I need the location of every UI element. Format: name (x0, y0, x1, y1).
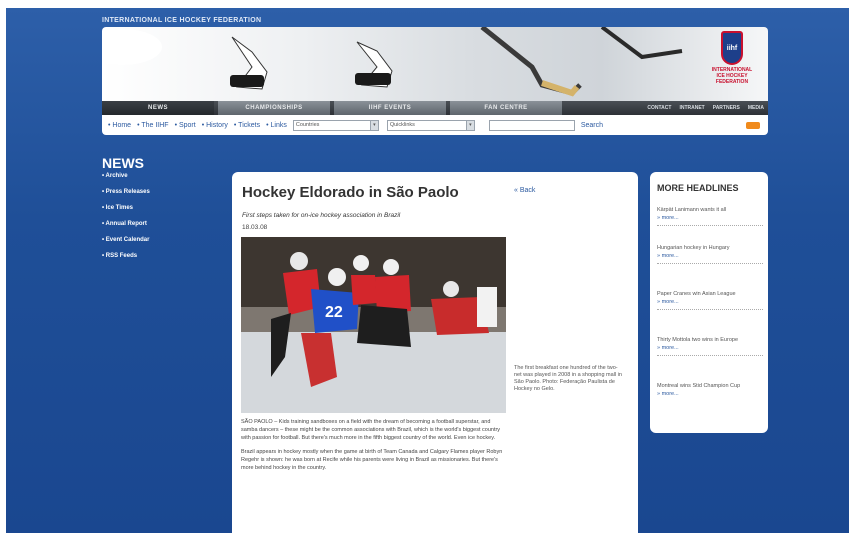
divider (657, 263, 763, 264)
headline-item: Paper Cranes win Asian League » more... (657, 290, 763, 310)
quicklinks-select-value: Quicklinks (389, 121, 415, 128)
article-paragraph: Brazil appears in hockey mostly when the… (241, 449, 503, 471)
contact-link[interactable]: CONTACT (647, 105, 671, 111)
org-title: INTERNATIONAL ICE HOCKEY FEDERATION (102, 17, 262, 24)
chevron-down-icon: ▾ (465, 120, 474, 130)
headline-text: Paper Cranes win Asian League (657, 291, 736, 297)
headline-item: Hungarian hockey in Hungary » more... (657, 244, 763, 264)
countries-select[interactable]: Countries ▾ (292, 119, 379, 131)
headline-item: Kärpät Lanimann wants it all » more... (657, 206, 763, 226)
article-paragraph: SÃO PAOLO – Kids training sandboxes on a… (241, 419, 501, 441)
headline-item: Thirty Mottola two wins in Europe » more… (657, 336, 763, 356)
divider (657, 309, 763, 310)
back-link[interactable]: « Back (514, 187, 535, 194)
more-link[interactable]: » more... (657, 391, 763, 397)
sub-nav: • Home • The IIHF • Sport • History • Ti… (102, 115, 768, 135)
tab-championships[interactable]: CHAMPIONSHIPS (218, 101, 330, 115)
main-nav: NEWS CHAMPIONSHIPS IIHF EVENTS FAN CENTR… (102, 101, 768, 115)
utility-links: CONTACT INTRANET PARTNERS MEDIA (647, 105, 768, 111)
article-subtitle: First steps taken for on-ice hockey asso… (242, 212, 401, 219)
news-menu-press-releases[interactable]: • Press Releases (102, 189, 150, 205)
article-photo: 22 (241, 237, 506, 413)
news-menu-rss-feeds[interactable]: • RSS Feeds (102, 253, 150, 269)
photo-caption: The first breakfast one hundred of the t… (514, 365, 622, 392)
article-body: SÃO PAOLO – Kids training sandboxes on a… (241, 418, 507, 478)
search-label: Search (580, 121, 604, 129)
tab-iihf-events[interactable]: IIHF EVENTS (334, 101, 446, 115)
more-link[interactable]: » more... (657, 253, 763, 259)
subnav-home[interactable]: • Home (108, 122, 131, 129)
tab-fan-centre[interactable]: FAN CENTRE (450, 101, 562, 115)
countries-select-value: Countries (295, 121, 320, 128)
headline-text: Hungarian hockey in Hungary (657, 245, 730, 251)
news-menu-annual-report[interactable]: • Annual Report (102, 221, 150, 237)
chevron-down-icon: ▾ (369, 120, 378, 130)
more-link[interactable]: » more... (657, 215, 763, 221)
intranet-link[interactable]: INTRANET (679, 105, 704, 111)
more-headlines-panel: MORE HEADLINES Kärpät Lanimann wants it … (650, 172, 768, 433)
article-date: 18.03.08 (242, 224, 268, 231)
subnav-sport[interactable]: • Sport (175, 122, 196, 129)
article-panel: Hockey Eldorado in São Paolo « Back Firs… (232, 172, 638, 533)
svg-text:22: 22 (325, 304, 343, 321)
more-link[interactable]: » more... (657, 345, 763, 351)
search-go-button[interactable] (746, 121, 760, 129)
logo-text: INTERNATIONAL ICE HOCKEY FEDERATION (711, 67, 753, 85)
subnav-links[interactable]: • Links (266, 122, 287, 129)
iihf-shield-icon: iihf (721, 31, 743, 65)
quicklinks-select[interactable]: Quicklinks ▾ (386, 119, 475, 131)
news-menu-ice-times[interactable]: • Ice Times (102, 205, 150, 221)
headline-item: Montreal wins Stid Champion Cup » more..… (657, 382, 763, 397)
hockey-players-image: 22 (241, 237, 506, 413)
divider (657, 355, 763, 356)
subnav-tickets[interactable]: • Tickets (234, 122, 260, 129)
banner-image (102, 27, 683, 97)
subnav-history[interactable]: • History (202, 122, 228, 129)
partners-link[interactable]: PARTNERS (713, 105, 740, 111)
divider (657, 225, 763, 226)
subnav-iihf[interactable]: • The IIHF (137, 122, 169, 129)
more-headlines-heading: MORE HEADLINES (657, 183, 739, 193)
iihf-logo[interactable]: iihf INTERNATIONAL ICE HOCKEY FEDERATION (710, 31, 754, 97)
news-menu-event-calendar[interactable]: • Event Calendar (102, 237, 150, 253)
headline-text: Thirty Mottola two wins in Europe (657, 337, 739, 343)
header-banner: iihf INTERNATIONAL ICE HOCKEY FEDERATION (102, 27, 768, 101)
more-link[interactable]: » more... (657, 299, 763, 305)
tab-news[interactable]: NEWS (102, 101, 214, 115)
news-menu: • Archive • Press Releases • Ice Times •… (102, 173, 150, 269)
news-heading: NEWS (102, 155, 144, 171)
news-menu-archive[interactable]: • Archive (102, 173, 150, 189)
article-title: Hockey Eldorado in São Paolo (242, 184, 459, 201)
headline-text: Montreal wins Stid Champion Cup (657, 383, 741, 389)
media-link[interactable]: MEDIA (748, 105, 764, 111)
headline-text: Kärpät Lanimann wants it all (657, 207, 727, 213)
page-background: INTERNATIONAL ICE HOCKEY FEDERATION iihf… (6, 8, 849, 533)
search-input[interactable] (488, 119, 575, 131)
